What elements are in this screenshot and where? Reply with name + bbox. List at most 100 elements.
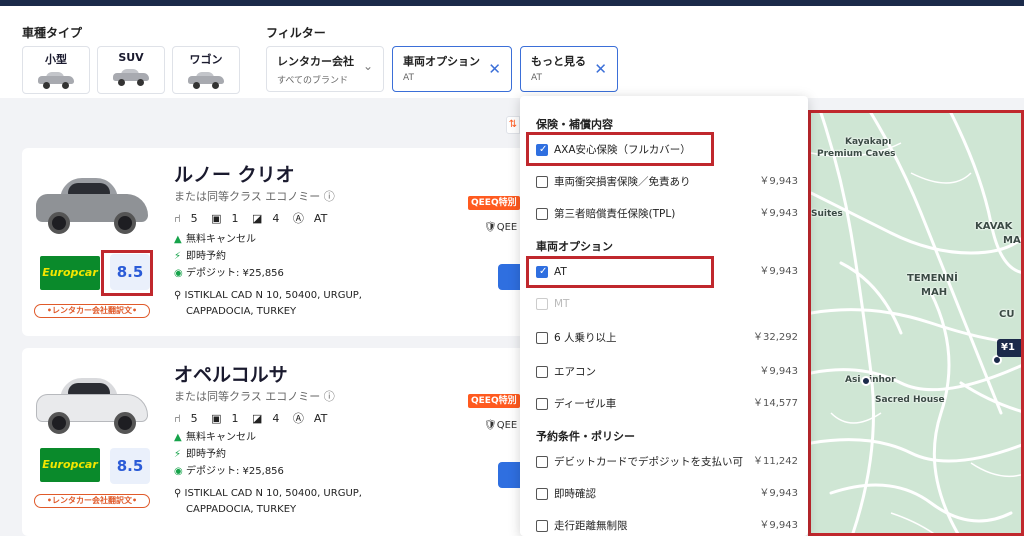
section-policy-heading: 予約条件・ポリシー (536, 430, 635, 443)
car-type-compact[interactable]: 小型 (22, 46, 90, 94)
deposit: ◉ デポジット: ¥25,856 (174, 264, 284, 279)
car-specs: ⑁ 5 ▣ 1 ◪ 4 Ⓐ AT (174, 410, 337, 426)
checkbox (536, 298, 548, 310)
map-label: Suites (811, 209, 843, 219)
address-line1: ISTIKLAL CAD N 10, 50400, URGUP, (184, 290, 362, 301)
pickup-address: ⚲ ISTIKLAL CAD N 10, 50400, URGUP, CAPPA… (174, 288, 362, 320)
option-price: ￥9,943 (759, 176, 798, 187)
sort-icon[interactable]: ⇅ (506, 116, 520, 134)
checkbox[interactable] (536, 208, 548, 220)
bags-count: 1 (231, 412, 239, 425)
transmission: AT (313, 412, 328, 425)
checkbox[interactable] (536, 332, 548, 344)
option-price: ￥9,943 (759, 266, 798, 277)
free-cancel-text: 無料キャンセル (186, 432, 256, 443)
option-cdw[interactable]: 車両衝突損害保険／免責あり ￥9,943 (536, 172, 798, 192)
section-insurance-heading: 保険・補償内容 (536, 118, 613, 131)
checkbox[interactable] (536, 488, 548, 500)
europcar-logo: Europcar (40, 256, 100, 290)
option-unlimited-mileage[interactable]: 走行距離無制限 ￥9,943 (536, 516, 798, 536)
checkbox[interactable] (536, 366, 548, 378)
option-mt: MT (536, 294, 798, 314)
vehicle-option-filter[interactable]: 車両オプション AT ✕ (392, 46, 512, 92)
doors-count: 4 (272, 212, 280, 225)
option-diesel[interactable]: ディーゼル車 ￥14,577 (536, 394, 798, 414)
option-instant-confirm[interactable]: 即時確認 ￥9,943 (536, 484, 798, 504)
option-price: ￥9,943 (759, 520, 798, 531)
option-label: エアコン (554, 366, 596, 378)
car-class: または同等クラス エコノミー ⓘ (174, 190, 335, 203)
door-icon: ◪ (252, 412, 263, 425)
promo-tag: QEEQ特別 (468, 394, 520, 408)
option-price: ￥11,242 (753, 456, 798, 467)
car-type-heading: 車種タイプ (22, 26, 83, 40)
checkbox[interactable] (536, 520, 548, 532)
map-price-pin[interactable]: ¥1 (997, 339, 1021, 357)
option-tpl[interactable]: 第三者賠償責任保険(TPL) ￥9,943 (536, 204, 798, 224)
rental-company-filter[interactable]: レンタカー会社 すべてのブランド ⌄ (266, 46, 384, 92)
map-label: Premium Caves (817, 149, 896, 159)
checkbox[interactable] (536, 398, 548, 410)
option-label: 即時確認 (554, 488, 596, 500)
car-type-label: SUV (118, 51, 144, 64)
lightning-icon: ⚡ (174, 251, 182, 262)
more-filter[interactable]: もっと見る AT ✕ (520, 46, 618, 92)
map-label: TEMENNİ (907, 273, 958, 284)
seats-count: 5 (190, 212, 198, 225)
result-card[interactable]: Europcar 8.5 •レンタカー会社翻訳文• オペルコルサ または同等クラ… (22, 348, 542, 536)
car-specs: ⑁ 5 ▣ 1 ◪ 4 Ⓐ AT (174, 210, 337, 226)
option-price: ￥9,943 (759, 488, 798, 499)
option-price: ￥9,943 (759, 366, 798, 377)
promo-tag: QEEQ特別 (468, 196, 520, 210)
instant-text: 即時予約 (186, 449, 226, 460)
car-name: ルノー クリオ (174, 164, 295, 186)
europcar-logo: Europcar (40, 448, 100, 482)
option-debit-card[interactable]: デビットカードでデポジットを支払い可 ￥11,242 (536, 452, 798, 472)
compact-car-icon (36, 71, 76, 89)
car-type-wagon[interactable]: ワゴン (172, 46, 240, 94)
checkbox[interactable] (536, 456, 548, 468)
result-card[interactable]: Europcar 8.5 •レンタカー会社翻訳文• ルノー クリオ または同等ク… (22, 148, 542, 336)
seats-count: 5 (190, 412, 198, 425)
address-line2: CAPPADOCIA, TURKEY (186, 306, 297, 317)
option-label: MT (554, 298, 570, 310)
doors-count: 4 (272, 412, 280, 425)
map-marker[interactable] (861, 376, 871, 386)
door-icon: ◪ (252, 212, 263, 225)
deposit: ◉ デポジット: ¥25,856 (174, 462, 284, 477)
car-image (32, 370, 152, 436)
checkbox[interactable] (536, 176, 548, 188)
transmission-icon: Ⓐ (292, 212, 304, 225)
transmission: AT (313, 212, 328, 225)
map-label: Sacred House (875, 395, 945, 405)
option-label: 6 人乗り以上 (554, 332, 617, 344)
close-icon[interactable]: ✕ (488, 60, 501, 78)
map[interactable]: Kayakapı Premium Caves Suites KAVAK MA T… (808, 110, 1024, 536)
option-label: デビットカードでデポジットを支払い可 (554, 456, 743, 468)
rating-score: 8.5 (110, 448, 150, 484)
car-type-label: 小型 (45, 53, 67, 66)
promo-label: 🛡QEE (484, 222, 517, 233)
address-line2: CAPPADOCIA, TURKEY (186, 504, 297, 515)
map-label: CU (999, 309, 1015, 320)
option-6-seats[interactable]: 6 人乗り以上 ￥32,292 (536, 328, 798, 348)
location-pin-icon: ⚲ (174, 488, 185, 499)
car-type-label: ワゴン (189, 53, 223, 66)
close-icon[interactable]: ✕ (594, 60, 607, 78)
suv-car-icon (111, 68, 151, 86)
deposit-text: デポジット: ¥25,856 (186, 268, 284, 279)
deposit-icon: ◉ (174, 268, 183, 279)
option-price: ￥32,292 (753, 332, 798, 343)
car-class: または同等クラス エコノミー ⓘ (174, 390, 335, 403)
map-label: Kayakapı (845, 137, 892, 147)
seat-icon: ⑁ (174, 412, 181, 425)
wagon-car-icon (186, 71, 226, 89)
filter-heading: フィルター (266, 26, 326, 40)
free-cancel: ▲ 無料キャンセル (174, 230, 256, 245)
thumbs-up-icon: ▲ (174, 432, 182, 443)
option-label: 走行距離無制限 (554, 520, 628, 532)
option-aircon[interactable]: エアコン ￥9,943 (536, 362, 798, 382)
car-type-suv[interactable]: SUV (97, 46, 165, 94)
deposit-icon: ◉ (174, 466, 183, 477)
section-vehicle-heading: 車両オプション (536, 240, 613, 253)
